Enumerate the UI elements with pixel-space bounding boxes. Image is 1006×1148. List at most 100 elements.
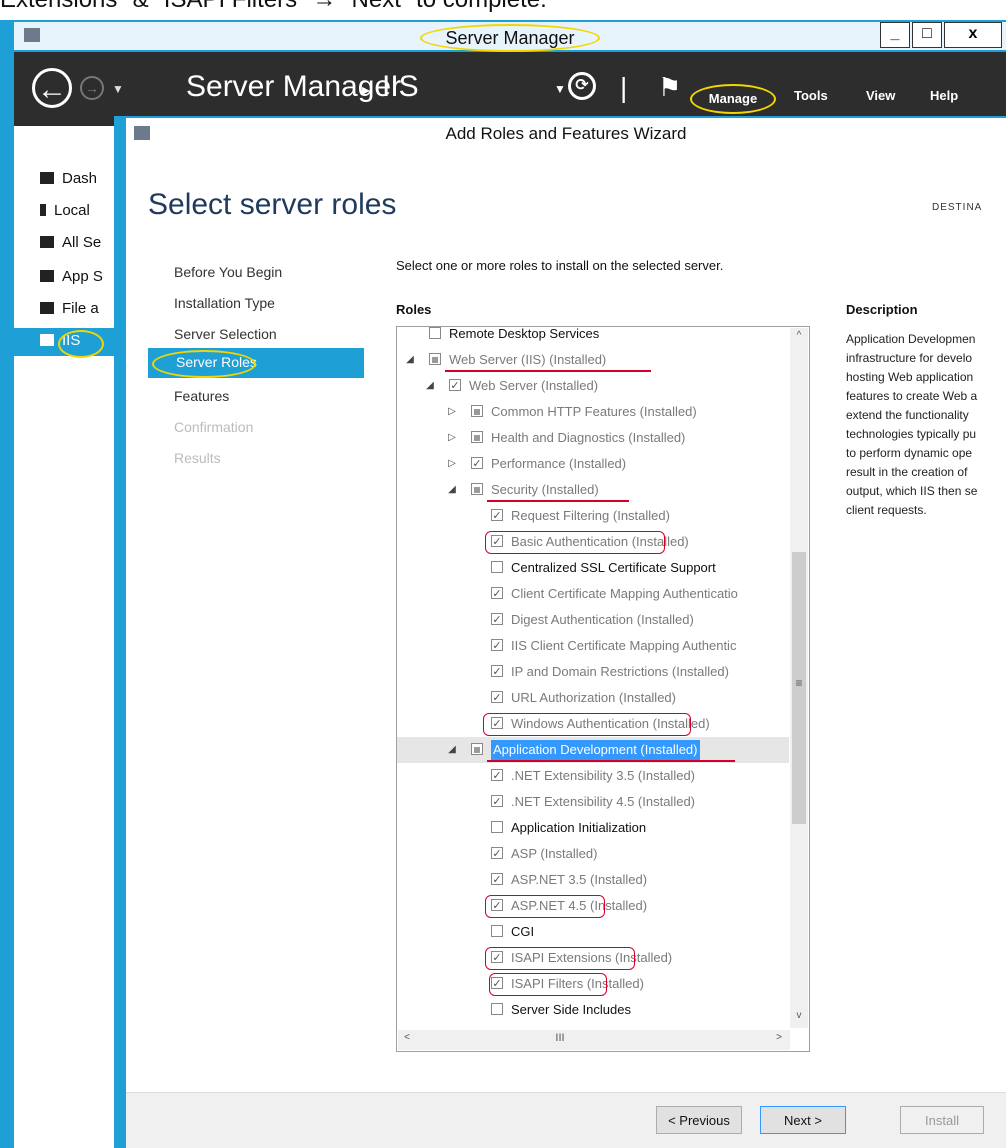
sidebar-item-file-services[interactable]: File a: [40, 296, 99, 322]
menu-manage[interactable]: Manage: [690, 84, 776, 114]
role-checkbox[interactable]: ✓: [491, 769, 503, 782]
maximize-button[interactable]: □: [912, 22, 942, 48]
role-checkbox[interactable]: [491, 925, 503, 937]
role-checkbox[interactable]: ✓: [491, 665, 503, 678]
role-label: .NET Extensibility 4.5 (Installed): [511, 794, 695, 809]
nav-server-selection[interactable]: Server Selection: [174, 326, 277, 342]
role-checkbox[interactable]: ✓: [491, 795, 503, 808]
close-button[interactable]: x: [944, 22, 1002, 48]
role-checkbox[interactable]: ✓: [471, 457, 483, 470]
wizard-title: Add Roles and Features Wizard: [445, 124, 687, 143]
tree-row[interactable]: ◢ Web Server (IIS) (Installed): [397, 347, 789, 373]
tree-row[interactable]: ✓ IP and Domain Restrictions (Installed): [397, 659, 789, 685]
role-checkbox[interactable]: [471, 431, 483, 443]
role-checkbox[interactable]: ✓: [491, 873, 503, 886]
tree-row[interactable]: ✓ ASP (Installed): [397, 841, 789, 867]
nav-features[interactable]: Features: [174, 388, 229, 404]
role-checkbox[interactable]: ✓: [491, 587, 503, 600]
expander-icon[interactable]: ◢: [447, 737, 457, 763]
forward-arrow-icon[interactable]: →: [80, 76, 104, 100]
role-checkbox[interactable]: [429, 327, 441, 339]
role-label: Common HTTP Features (Installed): [491, 404, 697, 419]
tree-row[interactable]: ✓ Request Filtering (Installed): [397, 503, 789, 529]
nav-before-you-begin[interactable]: Before You Begin: [174, 264, 282, 280]
tree-row[interactable]: ▷ Health and Diagnostics (Installed): [397, 425, 789, 451]
role-checkbox[interactable]: [471, 743, 483, 755]
tree-row[interactable]: ✓ ASP.NET 4.5 (Installed): [397, 893, 789, 919]
role-checkbox[interactable]: ✓: [491, 509, 503, 522]
sidebar-item-dashboard[interactable]: Dash: [40, 166, 97, 192]
role-checkbox[interactable]: [471, 483, 483, 495]
role-checkbox[interactable]: ✓: [491, 639, 503, 652]
role-checkbox[interactable]: [491, 561, 503, 573]
tree-row[interactable]: Remote Desktop Services: [397, 326, 789, 347]
refresh-icon[interactable]: ⟳: [568, 72, 596, 100]
app-server-icon: [40, 270, 54, 282]
scroll-down-icon[interactable]: v: [790, 1010, 808, 1021]
tree-row[interactable]: ✓ IIS Client Certificate Mapping Authenti…: [397, 633, 789, 659]
scroll-up-icon[interactable]: ^: [790, 330, 808, 341]
menu-tools[interactable]: Tools: [794, 88, 828, 103]
role-checkbox[interactable]: [491, 821, 503, 833]
tree-row[interactable]: ✓ .NET Extensibility 4.5 (Installed): [397, 789, 789, 815]
role-checkbox[interactable]: ✓: [491, 691, 503, 704]
role-checkbox[interactable]: [491, 1003, 503, 1015]
roles-tree[interactable]: Remote Desktop Services ◢ Web Server (IIS)…: [396, 326, 810, 1052]
role-label: Centralized SSL Certificate Support: [511, 560, 716, 575]
tree-row[interactable]: ✓ ISAPI Filters (Installed): [397, 971, 789, 997]
iis-icon: [40, 334, 54, 346]
sidebar-item-local-server[interactable]: Local: [40, 198, 90, 224]
expander-icon[interactable]: ▷: [447, 425, 457, 451]
back-arrow-icon[interactable]: ←: [32, 68, 72, 108]
menu-view[interactable]: View: [866, 88, 895, 103]
chevron-down-icon[interactable]: ▼: [112, 82, 124, 96]
instruction-text: Select one or more roles to install on t…: [396, 258, 724, 273]
tree-row[interactable]: ✓ Digest Authentication (Installed): [397, 607, 789, 633]
sidebar-item-app-server[interactable]: App S: [40, 264, 103, 290]
tree-row[interactable]: ✓ Client Certificate Mapping Authenticati…: [397, 581, 789, 607]
server-manager-app-icon: [24, 28, 40, 42]
tree-row[interactable]: ◢ Security (Installed): [397, 477, 789, 503]
highlight-ellipse: [152, 350, 256, 378]
tree-row[interactable]: CGI: [397, 919, 789, 945]
tree-row[interactable]: Server Side Includes: [397, 997, 789, 1023]
tree-row[interactable]: ✓ ASP.NET 3.5 (Installed): [397, 867, 789, 893]
breadcrumb-iis[interactable]: IIS: [382, 70, 419, 104]
tree-row[interactable]: ✓ ISAPI Extensions (Installed): [397, 945, 789, 971]
tree-row[interactable]: Centralized SSL Certificate Support: [397, 555, 789, 581]
expander-icon[interactable]: ◢: [405, 347, 415, 373]
expander-icon[interactable]: ▷: [447, 399, 457, 425]
role-label: Application Development (Installed): [491, 740, 700, 760]
role-label: Remote Desktop Services: [449, 326, 600, 341]
sidebar-item-label: Local: [54, 202, 90, 219]
scroll-left-icon[interactable]: <: [398, 1032, 416, 1043]
tree-row[interactable]: ◢ Application Development (Installed): [397, 737, 789, 763]
tree-row[interactable]: ✓ URL Authorization (Installed): [397, 685, 789, 711]
tree-row[interactable]: ✓ Windows Authentication (Installed): [397, 711, 789, 737]
previous-button[interactable]: < Previous: [656, 1106, 742, 1134]
role-checkbox[interactable]: [471, 405, 483, 417]
expander-icon[interactable]: ▷: [447, 451, 457, 477]
scroll-right-icon[interactable]: >: [770, 1032, 788, 1043]
sidebar-item-all-servers[interactable]: All Se: [40, 230, 101, 256]
role-checkbox[interactable]: ✓: [491, 847, 503, 860]
notifications-flag-icon[interactable]: ⚑: [658, 72, 681, 103]
nav-installation-type[interactable]: Installation Type: [174, 295, 275, 311]
role-checkbox[interactable]: ✓: [449, 379, 461, 392]
expander-icon[interactable]: ◢: [447, 477, 457, 503]
tree-row[interactable]: ▷ ✓ Performance (Installed): [397, 451, 789, 477]
dropdown-icon[interactable]: ▼: [554, 82, 566, 96]
horizontal-scrollbar[interactable]: [398, 1030, 790, 1050]
menu-help[interactable]: Help: [930, 88, 958, 103]
next-button[interactable]: Next >: [760, 1106, 846, 1134]
tree-row[interactable]: Application Initialization: [397, 815, 789, 841]
role-checkbox[interactable]: ✓: [491, 613, 503, 626]
tree-row[interactable]: ✓ .NET Extensibility 3.5 (Installed): [397, 763, 789, 789]
tree-row[interactable]: ▷ Common HTTP Features (Installed): [397, 399, 789, 425]
expander-icon[interactable]: ◢: [425, 373, 435, 399]
tree-row[interactable]: ✓ Basic Authentication (Installed): [397, 529, 789, 555]
tree-row[interactable]: ◢ ✓ Web Server (Installed): [397, 373, 789, 399]
minimize-button[interactable]: _: [880, 22, 910, 48]
role-label: Performance (Installed): [491, 456, 627, 471]
role-checkbox[interactable]: [429, 353, 441, 365]
